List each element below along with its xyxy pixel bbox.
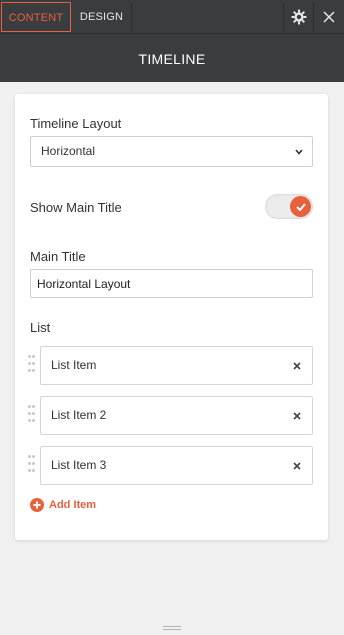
list-item-box[interactable]: List Item	[40, 346, 313, 385]
tab-bar: CONTENT DESIGN	[0, 0, 344, 34]
remove-item-button[interactable]	[290, 347, 304, 384]
list-item-box[interactable]: List Item 3	[40, 446, 313, 485]
list-item-label: List Item 2	[51, 408, 107, 422]
tab-content[interactable]: CONTENT	[1, 2, 71, 32]
show-main-title-label: Show Main Title	[30, 200, 122, 215]
timeline-layout-value: Horizontal	[41, 144, 96, 158]
checkmark-icon	[295, 202, 306, 211]
tab-design[interactable]: DESIGN	[72, 2, 132, 32]
list-label: List	[30, 320, 51, 335]
close-button[interactable]	[313, 2, 343, 32]
chevron-down-icon	[295, 148, 303, 155]
timeline-layout-select[interactable]: Horizontal	[30, 136, 313, 167]
drag-handle-icon[interactable]	[28, 455, 36, 477]
drag-handle-icon[interactable]	[28, 405, 36, 427]
list-item-box[interactable]: List Item 2	[40, 396, 313, 435]
plus-circle-icon	[30, 498, 44, 512]
toggle-knob	[290, 196, 311, 217]
list-item: List Item 3	[28, 446, 313, 485]
close-icon	[293, 361, 301, 370]
panel-title: TIMELINE	[138, 51, 206, 67]
remove-item-button[interactable]	[290, 447, 304, 484]
close-icon	[322, 11, 335, 23]
main-title-input[interactable]	[30, 269, 313, 298]
panel-header: CONTENT DESIGN TIMELINE	[0, 0, 344, 82]
settings-button[interactable]	[283, 2, 313, 32]
content-card: Timeline Layout Horizontal Show Main Tit…	[15, 94, 328, 540]
remove-item-button[interactable]	[290, 397, 304, 434]
add-item-button[interactable]: Add Item	[30, 497, 96, 513]
resize-handle[interactable]	[163, 626, 181, 631]
show-main-title-toggle[interactable]	[265, 194, 313, 219]
list-item-label: List Item 3	[51, 458, 107, 472]
main-title-label: Main Title	[30, 249, 86, 264]
gear-icon	[291, 9, 306, 25]
timeline-layout-label: Timeline Layout	[30, 116, 122, 131]
add-item-label: Add Item	[49, 499, 97, 511]
list-item-label: List Item	[51, 358, 97, 372]
close-icon	[293, 411, 301, 420]
close-icon	[293, 461, 301, 470]
list-item: List Item 2	[28, 396, 313, 435]
drag-handle-icon[interactable]	[28, 355, 36, 377]
list-item: List Item	[28, 346, 313, 385]
